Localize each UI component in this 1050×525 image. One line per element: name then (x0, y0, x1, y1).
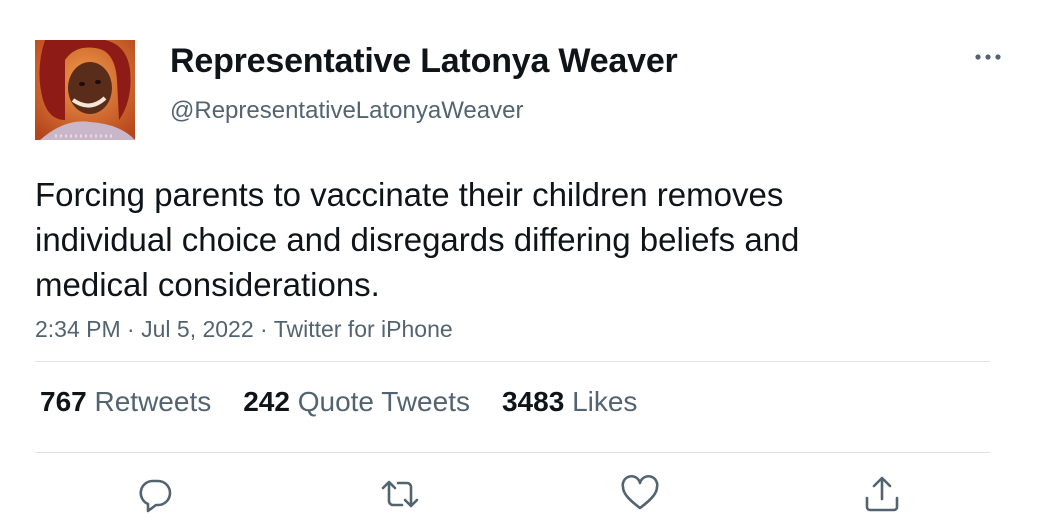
action-bar (0, 474, 1050, 514)
author-name[interactable]: Representative Latonya Weaver (170, 42, 678, 81)
retweets-count: 767 (40, 386, 87, 417)
reply-icon (139, 479, 172, 513)
like-button[interactable] (620, 474, 660, 514)
more-dots-icon (975, 54, 1001, 60)
share-button[interactable] (862, 474, 902, 514)
tweet-source[interactable]: Twitter for iPhone (274, 316, 453, 342)
divider (35, 452, 990, 453)
tweet-date[interactable]: Jul 5, 2022 (141, 316, 254, 342)
heart-icon (621, 474, 659, 510)
reply-button[interactable] (135, 474, 175, 514)
retweets-label: Retweets (94, 386, 212, 417)
meta-separator: · (127, 316, 135, 342)
likes-label: Likes (572, 386, 638, 417)
tweet-meta: 2:34 PM · Jul 5, 2022 · Twitter for iPho… (35, 316, 453, 343)
quote-tweets-count: 242 (243, 386, 290, 417)
avatar-image (35, 40, 135, 140)
divider (35, 361, 990, 362)
retweets-stat[interactable]: 767 Retweets (40, 386, 211, 418)
retweet-button[interactable] (380, 474, 420, 514)
share-icon (865, 476, 899, 512)
avatar[interactable] (35, 40, 135, 140)
more-options-button[interactable] (972, 42, 1006, 72)
quote-tweets-stat[interactable]: 242 Quote Tweets (243, 386, 470, 418)
tweet-stats: 767 Retweets 242 Quote Tweets 3483 Likes (40, 386, 669, 418)
meta-separator: · (260, 316, 268, 342)
tweet-time[interactable]: 2:34 PM (35, 316, 121, 342)
retweet-icon (381, 480, 419, 508)
likes-stat[interactable]: 3483 Likes (502, 386, 637, 418)
author-handle[interactable]: @RepresentativeLatonyaWeaver (170, 97, 523, 125)
likes-count: 3483 (501, 386, 565, 417)
quote-tweets-label: Quote Tweets (297, 386, 470, 417)
tweet-text: Forcing parents to vaccinate their child… (35, 176, 800, 303)
